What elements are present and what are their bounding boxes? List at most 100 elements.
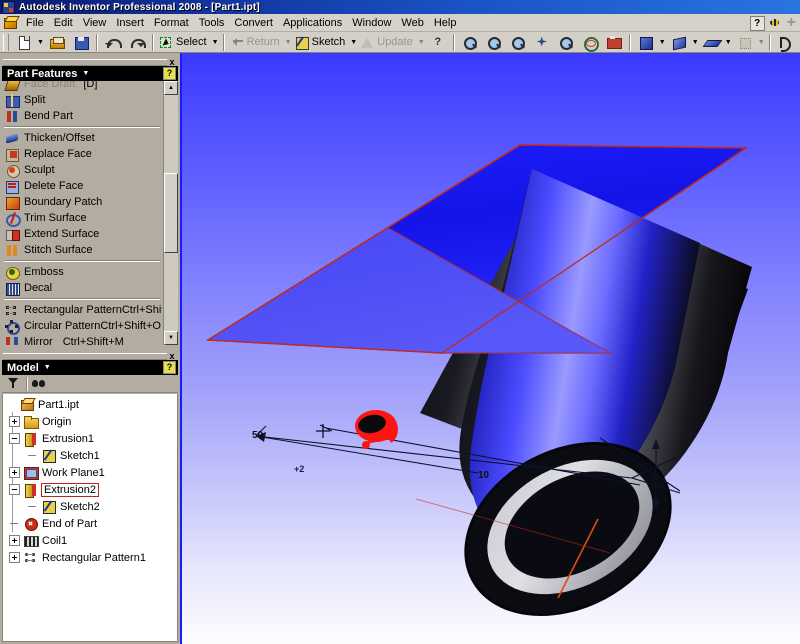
menu-item-window[interactable]: Window [347,16,396,30]
panel-grip[interactable] [3,353,167,360]
feature-item-decal[interactable]: Decal [2,280,162,296]
tree-expander-plus[interactable] [9,535,20,546]
update-dropdown-arrow[interactable]: ▼ [417,33,426,52]
coil-marker-icon [355,410,398,449]
measure-button[interactable]: ? [426,33,450,52]
return-dropdown-arrow[interactable]: ▼ [284,33,293,52]
panel-grip[interactable] [3,59,167,66]
menu-item-insert[interactable]: Insert [111,16,149,30]
features-scrollbar[interactable]: ▲ ▼ [163,81,178,345]
undo-button[interactable] [101,33,125,52]
thicken-offset-icon [5,132,20,145]
chevron-down-icon[interactable]: ▼ [82,70,89,77]
tree-item-rectangular-pattern1[interactable]: Rectangular Pattern1 [5,549,177,566]
redo-button[interactable] [125,33,149,52]
menu-item-help[interactable]: Help [429,16,462,30]
menu-item-applications[interactable]: Applications [278,16,347,30]
feature-item-bend-part[interactable]: Bend Part [2,108,162,124]
zoom-window-button[interactable] [482,33,506,52]
save-button[interactable] [69,33,93,52]
feature-label: Decal [24,282,53,294]
feature-item-delete-face[interactable]: Delete Face [2,178,162,194]
plus-icon: + [786,13,796,31]
tree-item-extrusion2[interactable]: Extrusion2 [5,481,177,498]
tree-expander-plus[interactable] [9,467,20,478]
shaded-dropdown-arrow[interactable]: ▼ [658,33,667,52]
tree-item-coil1[interactable]: Coil1 [5,532,177,549]
menu-item-edit[interactable]: Edit [49,16,78,30]
help-button[interactable]: ? [749,15,765,31]
feature-item-trim-surface[interactable]: Trim Surface [2,210,162,227]
dimension-value-50[interactable]: 50 [252,430,263,441]
pan-button[interactable] [530,33,554,52]
menu-item-convert[interactable]: Convert [229,16,278,30]
model-title-bar[interactable]: Model ▼ ? [2,360,178,375]
feature-item-sculpt[interactable]: Sculpt [2,162,162,178]
support-bee-button[interactable] [767,15,783,30]
feature-item-extend-surface[interactable]: Extend Surface [2,226,162,242]
sketch-button[interactable]: Sketch [293,33,350,52]
feature-item-split[interactable]: Split [2,92,162,108]
select-button[interactable]: Select [157,33,211,52]
feature-item-mirror[interactable]: Mirror Ctrl+Shift+M [2,334,162,345]
tree-item-sketch1[interactable]: Sketch1 [5,447,177,464]
new-dropdown-arrow[interactable]: ▼ [36,33,45,52]
toolbar-grip[interactable] [3,33,9,51]
feature-item-circular-pattern[interactable]: Circular Pattern Ctrl+Shift+O [2,318,162,335]
feature-item-replace-face[interactable]: Replace Face [2,146,162,162]
shadow-button[interactable] [733,33,757,52]
shaded-display-button[interactable] [634,33,658,52]
menu-item-format[interactable]: Format [149,16,194,30]
menu-item-view[interactable]: View [78,16,112,30]
tree-item-origin[interactable]: Origin [5,413,177,430]
scroll-down-icon[interactable]: ▼ [164,331,178,345]
new-button[interactable] [12,33,36,52]
part-features-title-bar[interactable]: Part Features ▼ ? [2,66,178,81]
look-at-button[interactable] [602,33,626,52]
open-button[interactable] [45,33,69,52]
graphics-viewport[interactable]: 50 +2 10 [180,53,800,644]
dimension-value-10[interactable]: 10 [478,470,489,481]
tree-expander-minus[interactable] [9,433,20,444]
scroll-up-icon[interactable]: ▲ [164,81,178,95]
feature-item-emboss[interactable]: Emboss [2,264,162,280]
orthographic-button[interactable] [700,33,724,52]
filter-icon[interactable] [5,376,21,391]
find-icon[interactable] [31,376,47,391]
feature-item-face-draft[interactable]: Face Draft [D] [2,81,162,92]
half-section-button[interactable] [774,33,798,52]
model-tree[interactable]: Part1.ipt Origin Extrusion1 Sketch1 Work… [2,394,178,642]
chevron-down-icon[interactable]: ▼ [44,364,51,371]
tree-item-work-plane1[interactable]: Work Plane1 [5,464,177,481]
feature-item-stitch-surface[interactable]: Stitch Surface [2,242,162,258]
update-button[interactable]: Update [358,33,416,52]
tree-item-end-of-part[interactable]: End of Part [5,515,177,532]
zoom-all-button[interactable] [458,33,482,52]
select-dropdown-arrow[interactable]: ▼ [211,33,220,52]
feature-item-boundary-patch[interactable]: Boundary Patch [2,194,162,210]
tree-expander-plus[interactable] [9,416,20,427]
feature-item-thicken-offset[interactable]: Thicken/Offset [2,130,162,146]
sketch-dropdown-arrow[interactable]: ▼ [349,33,358,52]
return-button[interactable]: Return [228,33,284,52]
feature-item-rectangular-pattern[interactable]: Rectangular Pattern Ctrl+Shift+R [2,302,162,318]
tree-expander-plus[interactable] [9,552,20,563]
dimension-value-plus2[interactable]: +2 [294,464,304,474]
menu-item-file[interactable]: File [21,16,49,30]
hidden-edge-button[interactable] [667,33,691,52]
orbit-button[interactable] [578,33,602,52]
panel-help-badge[interactable]: ? [163,361,176,374]
scrollbar-thumb[interactable] [164,173,178,253]
tree-expander-minus[interactable] [9,484,20,495]
hidden-edge-dropdown-arrow[interactable]: ▼ [691,33,700,52]
orthographic-dropdown-arrow[interactable]: ▼ [724,33,733,52]
zoom-button[interactable] [554,33,578,52]
menu-item-web[interactable]: Web [396,16,428,30]
zoom-selected-button[interactable] [506,33,530,52]
tree-item-extrusion1[interactable]: Extrusion1 [5,430,177,447]
tree-item-part1[interactable]: Part1.ipt [5,396,177,413]
menu-item-tools[interactable]: Tools [194,16,230,30]
tree-item-sketch2[interactable]: Sketch2 [5,498,177,515]
panel-help-badge[interactable]: ? [163,67,176,80]
shadow-dropdown-arrow[interactable]: ▼ [757,33,766,52]
